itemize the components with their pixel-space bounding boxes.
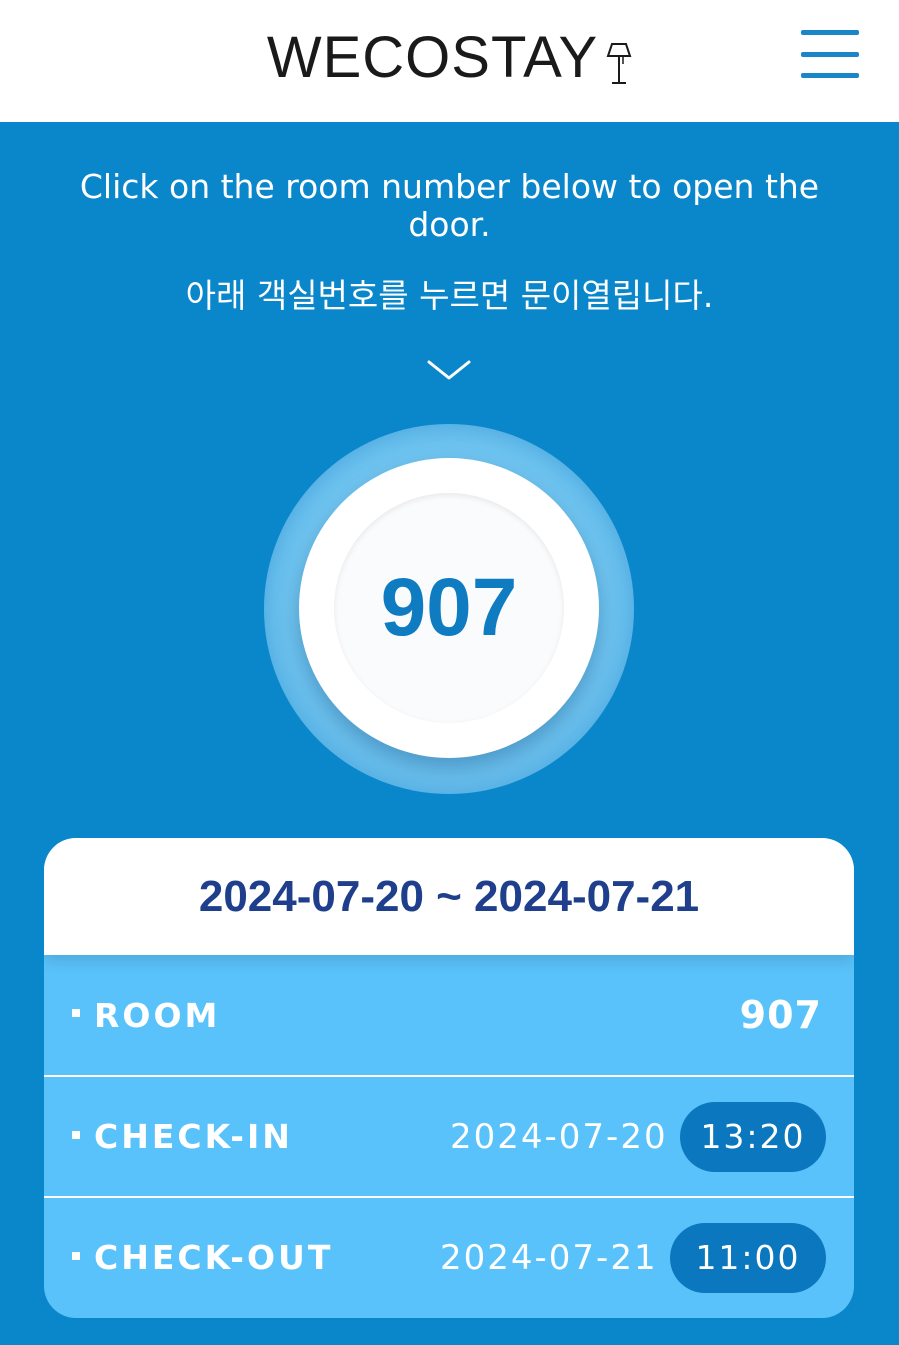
lamp-icon xyxy=(606,42,632,90)
bullet-icon xyxy=(72,1009,80,1017)
app-header: WECOSTAY xyxy=(0,0,899,122)
checkout-row: CHECK-OUT 2024-07-21 11:00 xyxy=(44,1196,854,1317)
checkout-label-text: CHECK-OUT xyxy=(94,1238,334,1277)
logo: WECOSTAY xyxy=(0,24,899,91)
checkin-time: 13:20 xyxy=(680,1101,826,1172)
instruction-korean: 아래 객실번호를 누르면 문이열립니다. xyxy=(185,276,714,315)
hamburger-menu-icon[interactable] xyxy=(801,30,859,78)
checkout-date: 2024-07-21 xyxy=(440,1237,658,1278)
menu-line xyxy=(801,30,859,35)
checkin-label: CHECK-IN xyxy=(72,1117,293,1156)
room-button-inner: 907 xyxy=(334,493,564,723)
room-number: 907 xyxy=(380,562,518,653)
checkout-label: CHECK-OUT xyxy=(72,1238,333,1277)
booking-card: 2024-07-20 ~ 2024-07-21 ROOM 907 CHECK-I… xyxy=(44,838,854,1318)
checkout-time: 11:00 xyxy=(670,1222,826,1293)
room-row: ROOM 907 xyxy=(44,955,854,1075)
checkin-row: CHECK-IN 2024-07-20 13:20 xyxy=(44,1075,854,1196)
room-value: 907 xyxy=(739,993,822,1037)
chevron-down-icon xyxy=(426,358,472,386)
logo-text: WECOSTAY xyxy=(266,25,599,90)
room-label-text: ROOM xyxy=(94,995,221,1035)
menu-line xyxy=(801,51,859,57)
checkin-label-text: CHECK-IN xyxy=(94,1117,293,1156)
checkin-date: 2024-07-20 xyxy=(450,1116,668,1157)
stay-date-range: 2024-07-20 ~ 2024-07-21 xyxy=(198,871,700,921)
booking-card-header: 2024-07-20 ~ 2024-07-21 xyxy=(44,838,854,955)
bullet-icon xyxy=(72,1130,80,1139)
room-label: ROOM xyxy=(72,996,220,1035)
bullet-icon xyxy=(72,1251,80,1260)
instruction-english: Click on the room number below to open t… xyxy=(79,167,820,244)
menu-line xyxy=(801,73,859,78)
open-door-button[interactable]: 907 xyxy=(299,458,599,758)
